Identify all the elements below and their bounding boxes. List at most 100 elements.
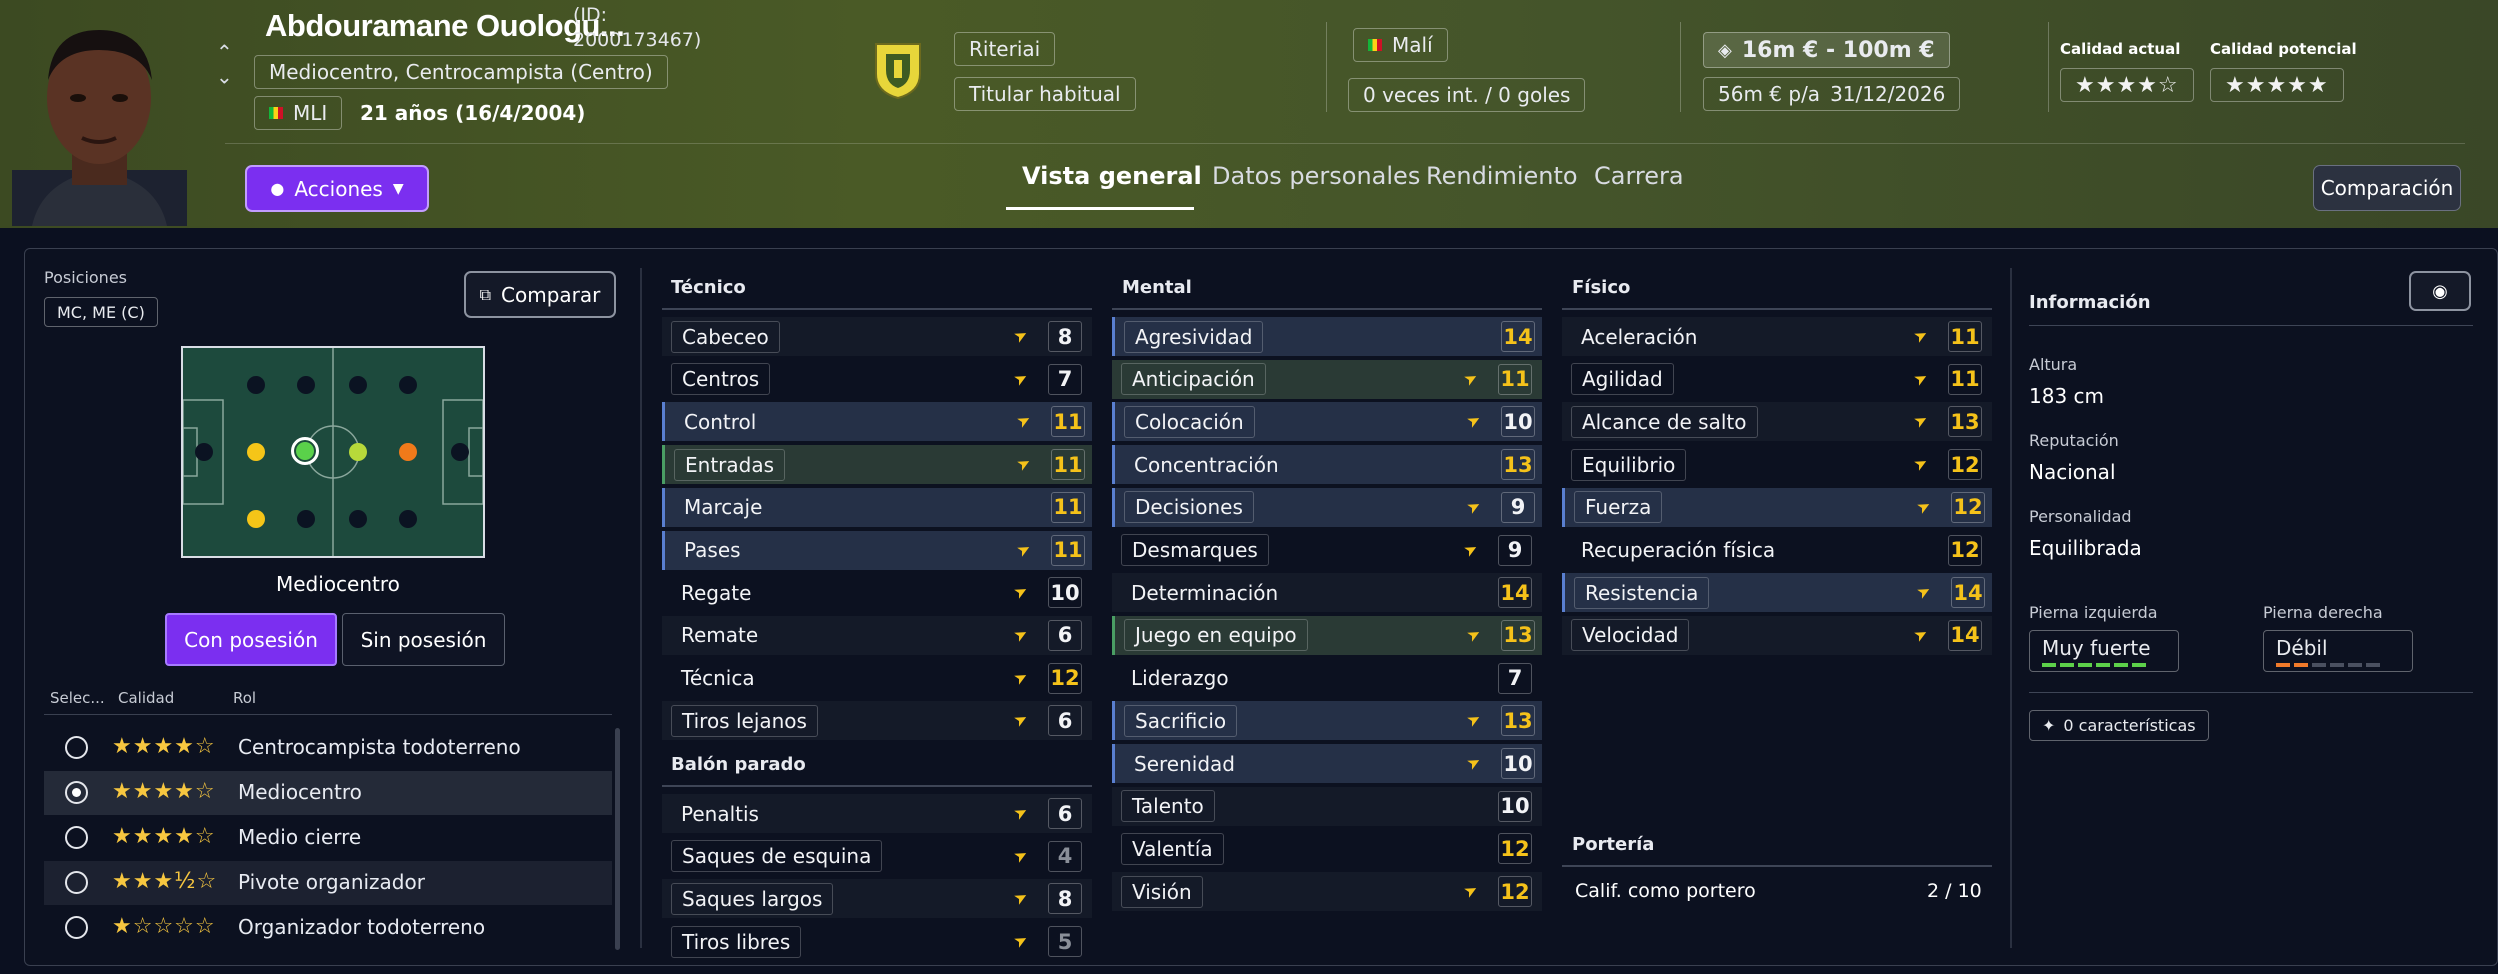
current-ability-label: Calidad actual bbox=[2060, 40, 2181, 58]
role-name: Medio cierre bbox=[238, 825, 362, 849]
attribute-value: 9 bbox=[1498, 534, 1532, 566]
next-player-arrow-icon[interactable]: ⌃ bbox=[216, 64, 233, 88]
club-name-chip[interactable]: Riteriai bbox=[954, 32, 1056, 66]
trend-arrow-icon: ➤ bbox=[1010, 366, 1032, 390]
position-dot bbox=[399, 376, 417, 394]
attribute-row: Pases ➤ 11 bbox=[662, 530, 1092, 570]
position-dot bbox=[399, 510, 417, 528]
wage: 56m € p/a bbox=[1718, 82, 1821, 106]
trend-arrow-icon: ➤ bbox=[1463, 494, 1485, 518]
attribute-name: Sacrificio bbox=[1124, 704, 1238, 737]
attribute-name: Anticipación bbox=[1121, 363, 1266, 396]
attribute-row: Talento 10 bbox=[1112, 786, 1542, 826]
attribute-row: Tiros libres ➤ 5 bbox=[662, 922, 1092, 962]
role-radio[interactable] bbox=[65, 826, 88, 849]
trend-arrow-icon: ➤ bbox=[1010, 800, 1032, 825]
tab-career[interactable]: Carrera bbox=[1594, 162, 1684, 190]
trend-arrow-icon: ➤ bbox=[1463, 409, 1485, 433]
role-row[interactable]: ★☆☆☆☆ Organizador todoterreno bbox=[44, 906, 612, 950]
tab-performance[interactable]: Rendimiento bbox=[1426, 162, 1578, 190]
technical-heading: Técnico bbox=[671, 277, 746, 298]
traits-chip[interactable]: ✦ 0 características bbox=[2029, 710, 2209, 741]
goalkeeping-divider bbox=[1562, 865, 1992, 867]
attribute-name: Técnica bbox=[681, 666, 755, 691]
right-foot-value: Débil bbox=[2276, 635, 2328, 660]
role-name: Centrocampista todoterreno bbox=[238, 735, 521, 759]
trend-arrow-icon: ➤ bbox=[1010, 665, 1032, 689]
nationality-name: Malí bbox=[1392, 33, 1433, 57]
position-dot bbox=[349, 443, 367, 461]
attribute-row: Regate ➤ 10 bbox=[662, 573, 1092, 613]
attribute-name: Regate bbox=[681, 580, 752, 605]
attribute-name: Visión bbox=[1121, 875, 1203, 908]
without-possession-toggle[interactable]: Sin posesión bbox=[342, 613, 505, 666]
mental-divider bbox=[1112, 308, 1542, 310]
role-radio[interactable] bbox=[65, 736, 88, 759]
role-radio[interactable] bbox=[65, 781, 88, 804]
trend-arrow-icon: ➤ bbox=[1010, 708, 1032, 732]
actions-button[interactable]: ● Acciones ▼ bbox=[245, 165, 429, 212]
nationality-chip[interactable]: Malí bbox=[1353, 28, 1448, 62]
previous-player-arrow-icon[interactable]: ⌃ bbox=[216, 40, 233, 64]
attribute-name: Liderazgo bbox=[1131, 666, 1229, 691]
position-dot bbox=[297, 376, 315, 394]
header-divider bbox=[1680, 22, 1681, 112]
price-tag-icon: ◈ bbox=[1718, 39, 1732, 61]
left-foot-label: Pierna izquierda bbox=[2029, 603, 2158, 622]
attribute-name: Aceleración bbox=[1581, 324, 1698, 349]
player-profile-button[interactable]: ◉ bbox=[2409, 271, 2471, 311]
positions-label: Posiciones bbox=[44, 268, 127, 287]
contract-end: 31/12/2026 bbox=[1830, 82, 1946, 106]
role-row[interactable]: ★★★½☆ Pivote organizador bbox=[44, 861, 612, 905]
set-pieces-divider bbox=[662, 785, 1092, 787]
header-divider bbox=[2048, 22, 2049, 112]
club-badge-icon[interactable] bbox=[872, 40, 924, 100]
attribute-value: 8 bbox=[1048, 321, 1082, 352]
trend-arrow-icon: ➤ bbox=[1463, 708, 1485, 732]
current-ability-stars: ★★★★☆ bbox=[2060, 68, 2194, 102]
right-foot-label: Pierna derecha bbox=[2263, 603, 2383, 622]
attribute-name: Remate bbox=[681, 623, 759, 648]
role-row[interactable]: ★★★★☆ Mediocentro bbox=[44, 771, 612, 815]
compare-label: Comparar bbox=[501, 282, 601, 307]
attribute-row: Liderazgo 7 bbox=[1112, 658, 1542, 698]
attribute-row: Velocidad ➤ 14 bbox=[1562, 615, 1992, 655]
attribute-value: 12 bbox=[1498, 833, 1532, 865]
nation-chip[interactable]: MLI bbox=[254, 96, 343, 130]
attribute-row: Visión ➤ 12 bbox=[1112, 872, 1542, 912]
goalkeeper-rating-label: Calif. como portero bbox=[1575, 880, 1756, 902]
attribute-value: 14 bbox=[1501, 321, 1535, 352]
info-heading: Información bbox=[2029, 292, 2151, 313]
role-row[interactable]: ★★★★☆ Medio cierre bbox=[44, 816, 612, 860]
role-row[interactable]: ★★★★☆ Centrocampista todoterreno bbox=[44, 726, 612, 770]
left-foot-meter bbox=[2042, 662, 2146, 667]
tab-personal-data[interactable]: Datos personales bbox=[1212, 162, 1420, 190]
with-possession-toggle[interactable]: Con posesión bbox=[165, 613, 337, 666]
trend-arrow-icon: ➤ bbox=[1910, 323, 1932, 348]
attribute-row: Entradas ➤ 11 bbox=[662, 445, 1092, 485]
attribute-value: 7 bbox=[1498, 662, 1532, 694]
mental-heading: Mental bbox=[1122, 277, 1192, 298]
current-position-dot bbox=[291, 437, 319, 465]
attribute-value: 14 bbox=[1948, 619, 1982, 651]
attribute-name: Colocación bbox=[1124, 405, 1255, 438]
role-radio[interactable] bbox=[65, 916, 88, 939]
column-divider bbox=[640, 268, 642, 948]
attribute-row: Anticipación ➤ 11 bbox=[1112, 359, 1542, 399]
role-radio[interactable] bbox=[65, 871, 88, 894]
attribute-name: Fuerza bbox=[1574, 491, 1663, 524]
compare-button[interactable]: ⧉ Comparar bbox=[464, 271, 616, 318]
compare-icon: ⧉ bbox=[479, 284, 492, 304]
personality-value: Equilibrada bbox=[2029, 536, 2142, 560]
attribute-value: 14 bbox=[1951, 577, 1985, 609]
tab-overview[interactable]: Vista general bbox=[1022, 162, 1202, 190]
quality-column-header: Calidad bbox=[118, 689, 175, 707]
attribute-value: 6 bbox=[1048, 705, 1082, 737]
trend-arrow-icon: ➤ bbox=[1910, 409, 1932, 433]
comparison-button[interactable]: Comparación bbox=[2313, 165, 2461, 211]
positions-value: MC, ME (C) bbox=[44, 297, 158, 327]
person-circle-icon: ◉ bbox=[2432, 280, 2448, 302]
header-divider bbox=[1326, 22, 1327, 112]
roles-scrollbar[interactable] bbox=[615, 728, 620, 950]
info-divider bbox=[2029, 325, 2473, 326]
